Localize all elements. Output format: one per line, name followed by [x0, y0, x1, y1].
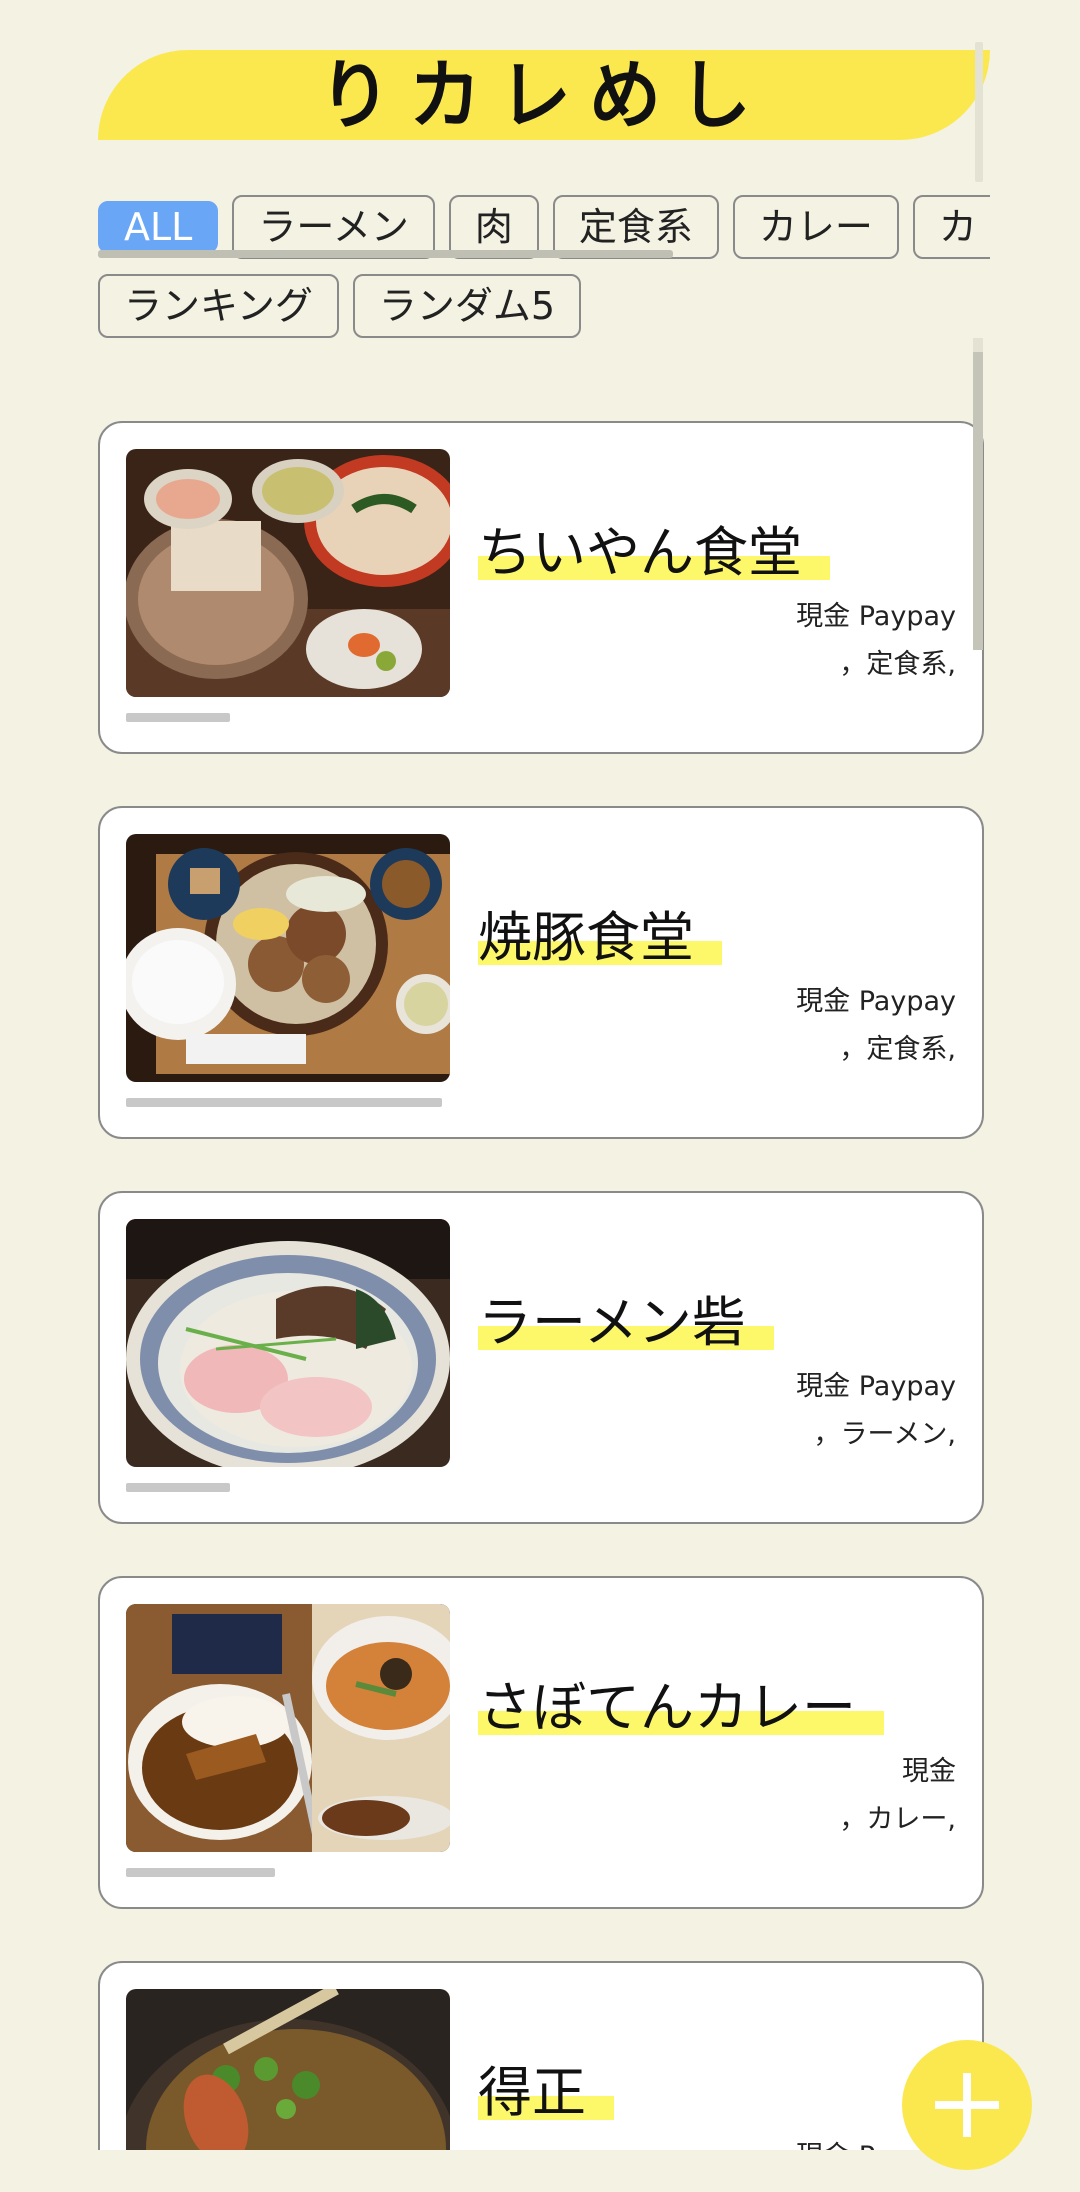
- restaurant-name: 焼豚食堂: [478, 906, 722, 970]
- filter-chip-curry[interactable]: カレー: [732, 195, 899, 259]
- category-tags: ，ラーメン,: [813, 1419, 956, 1450]
- payment-methods: 現金 Paypay: [796, 986, 956, 1017]
- category-tags: ，定食系,: [839, 649, 956, 680]
- restaurant-name: ラーメン砦: [478, 1291, 774, 1355]
- ranking-button[interactable]: ランキング: [98, 274, 339, 338]
- restaurant-card[interactable]: 焼豚食堂現金 Paypay ，定食系,: [98, 806, 984, 1139]
- restaurant-card[interactable]: さぼてんカレー 現金 ，カレー,: [98, 1576, 984, 1909]
- curry-udon-photo: [126, 1989, 450, 2150]
- rating-bar: [126, 1868, 275, 1877]
- restaurant-name: ちいやん食堂: [478, 521, 830, 585]
- teishoku-photo: [126, 449, 450, 697]
- add-restaurant-button[interactable]: [902, 2040, 1032, 2170]
- restaurant-card[interactable]: 得正現金 Paypay: [98, 1961, 984, 2150]
- payment-methods: 現金 Paypay: [796, 1371, 956, 1402]
- header-scrollbar: [975, 42, 983, 182]
- curry-photo: [126, 1604, 450, 1852]
- random5-button[interactable]: ランダム5: [352, 274, 582, 338]
- restaurant-name: 得正: [478, 2061, 614, 2125]
- ramen-photo: [126, 1219, 450, 1467]
- filter-scrollbar[interactable]: [98, 250, 673, 258]
- action-chip-row: ランキング ランダム5: [98, 274, 582, 338]
- category-tags: ，定食系,: [839, 1034, 956, 1065]
- filter-chip-more[interactable]: カ: [912, 195, 990, 259]
- restaurant-name: さぼてんカレー: [478, 1676, 884, 1740]
- restaurant-card[interactable]: ちいやん食堂現金 Paypay ，定食系,: [98, 421, 984, 754]
- yakibuta-photo: [126, 834, 450, 1082]
- rating-bar: [126, 713, 230, 722]
- rating-bar: [126, 1483, 230, 1492]
- payment-methods: 現金 Paypay: [796, 601, 956, 632]
- restaurant-card[interactable]: ラーメン砦 現金 Paypay ，ラーメン,: [98, 1191, 984, 1524]
- app-title: りカレめし: [318, 50, 769, 140]
- plus-icon: [935, 2073, 999, 2137]
- rating-bar: [126, 1098, 442, 1107]
- category-tags: ，カレー,: [839, 1804, 956, 1835]
- payment-methods: 現金: [902, 1756, 956, 1787]
- filter-chip-all[interactable]: ALL: [98, 201, 219, 253]
- list-scrollbar[interactable]: [973, 352, 983, 650]
- app-header: りカレめし: [98, 50, 990, 140]
